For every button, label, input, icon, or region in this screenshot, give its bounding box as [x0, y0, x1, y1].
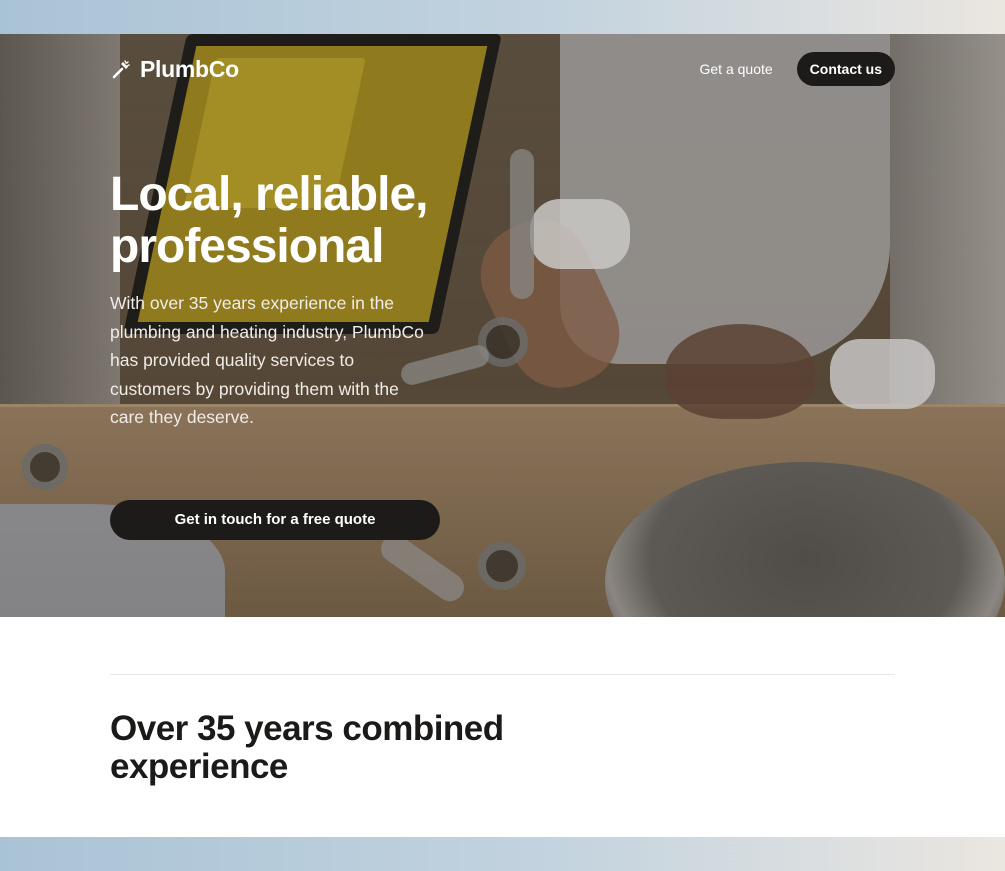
contact-us-button[interactable]: Contact us: [796, 52, 895, 86]
nav-actions: Get a quote Contact us: [699, 52, 895, 86]
get-quote-link[interactable]: Get a quote: [699, 61, 772, 77]
top-nav: PlumbCo Get a quote Contact us: [110, 52, 895, 86]
hero-section: PlumbCo Get a quote Contact us Local, re…: [0, 34, 1005, 617]
hero-description: With over 35 years experience in the plu…: [110, 293, 424, 427]
section-divider: [110, 674, 895, 675]
brand-logo[interactable]: PlumbCo: [110, 56, 239, 83]
glove-left-shape: [530, 199, 630, 269]
cabinet-left-shape: [0, 34, 120, 409]
plumber-head-shape: [665, 324, 815, 419]
hero-content: Local, reliable, professional With over …: [110, 169, 450, 432]
brand-name: PlumbCo: [140, 56, 239, 82]
pipe-fitting-shape: [478, 542, 526, 590]
wrench-sparkle-icon: [110, 59, 132, 81]
pipe-fitting-shape: [22, 444, 68, 490]
hero-title: Local, reliable, professional: [110, 168, 428, 273]
page-frame: PlumbCo Get a quote Contact us Local, re…: [0, 34, 1005, 837]
pipe-shape: [510, 149, 534, 299]
experience-section-title: Over 35 years combined experience: [110, 709, 504, 786]
free-quote-button[interactable]: Get in touch for a free quote: [110, 500, 440, 540]
glove-right-shape: [830, 339, 935, 409]
